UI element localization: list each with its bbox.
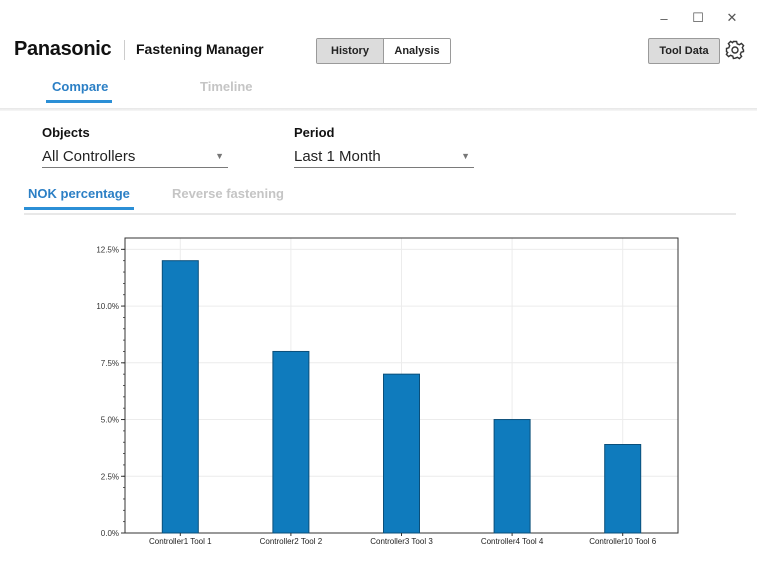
bar	[604, 444, 642, 534]
brand-logo: Panasonic	[14, 38, 112, 60]
chevron-down-icon: ▼	[215, 151, 224, 161]
chevron-down-icon: ▼	[461, 151, 470, 161]
x-tick-label: Controller3 Tool 3	[370, 537, 433, 546]
sub-tabs-separator	[24, 213, 736, 215]
tab-nok-percentage-indicator	[24, 207, 134, 210]
x-tick-label: Controller10 Tool 6	[589, 537, 657, 546]
objects-label: Objects	[42, 125, 90, 140]
brand-divider	[124, 40, 125, 60]
tool-data-button[interactable]: Tool Data	[648, 38, 720, 64]
close-button[interactable]: ✕	[715, 8, 749, 28]
window-controls: – ☐ ✕	[647, 8, 749, 28]
analysis-mode-button[interactable]: Analysis	[383, 39, 450, 63]
nok-percentage-chart: 0.0% 2.5% 5.0% 7.5% 10.0% 12.5% Controller1 To…	[96, 237, 679, 546]
x-tick-label: Controller2 Tool 2	[260, 537, 323, 546]
tab-nok-percentage[interactable]: NOK percentage	[28, 186, 130, 201]
bar	[272, 350, 310, 534]
objects-select[interactable]: All Controllers ▼	[42, 145, 228, 168]
app-title: Fastening Manager	[136, 41, 264, 57]
x-tick-label: Controller4 Tool 4	[481, 537, 544, 546]
y-tick-label: 0.0%	[101, 529, 119, 538]
bar	[493, 419, 531, 534]
minimize-button[interactable]: –	[647, 8, 681, 28]
bar	[383, 373, 420, 534]
tab-timeline[interactable]: Timeline	[200, 79, 253, 94]
period-label: Period	[294, 125, 335, 140]
period-value: Last 1 Month	[294, 147, 381, 165]
tab-compare[interactable]: Compare	[52, 79, 108, 94]
gear-icon[interactable]	[724, 38, 746, 62]
mode-switch: History Analysis	[316, 38, 451, 64]
y-tick-label: 2.5%	[101, 472, 119, 481]
y-tick-label: 12.5%	[96, 245, 119, 254]
tab-reverse-fastening[interactable]: Reverse fastening	[172, 186, 284, 201]
period-select[interactable]: Last 1 Month ▼	[294, 145, 474, 168]
y-tick-label: 10.0%	[96, 302, 119, 311]
history-mode-button[interactable]: History	[317, 39, 383, 63]
header-separator	[0, 108, 757, 111]
objects-value: All Controllers	[42, 147, 136, 165]
tab-compare-indicator	[46, 100, 112, 103]
maximize-button[interactable]: ☐	[681, 8, 715, 28]
bar	[161, 260, 199, 534]
y-tick-label: 5.0%	[101, 416, 119, 425]
y-tick-label: 7.5%	[101, 359, 119, 368]
x-tick-label: Controller1 Tool 1	[149, 537, 212, 546]
